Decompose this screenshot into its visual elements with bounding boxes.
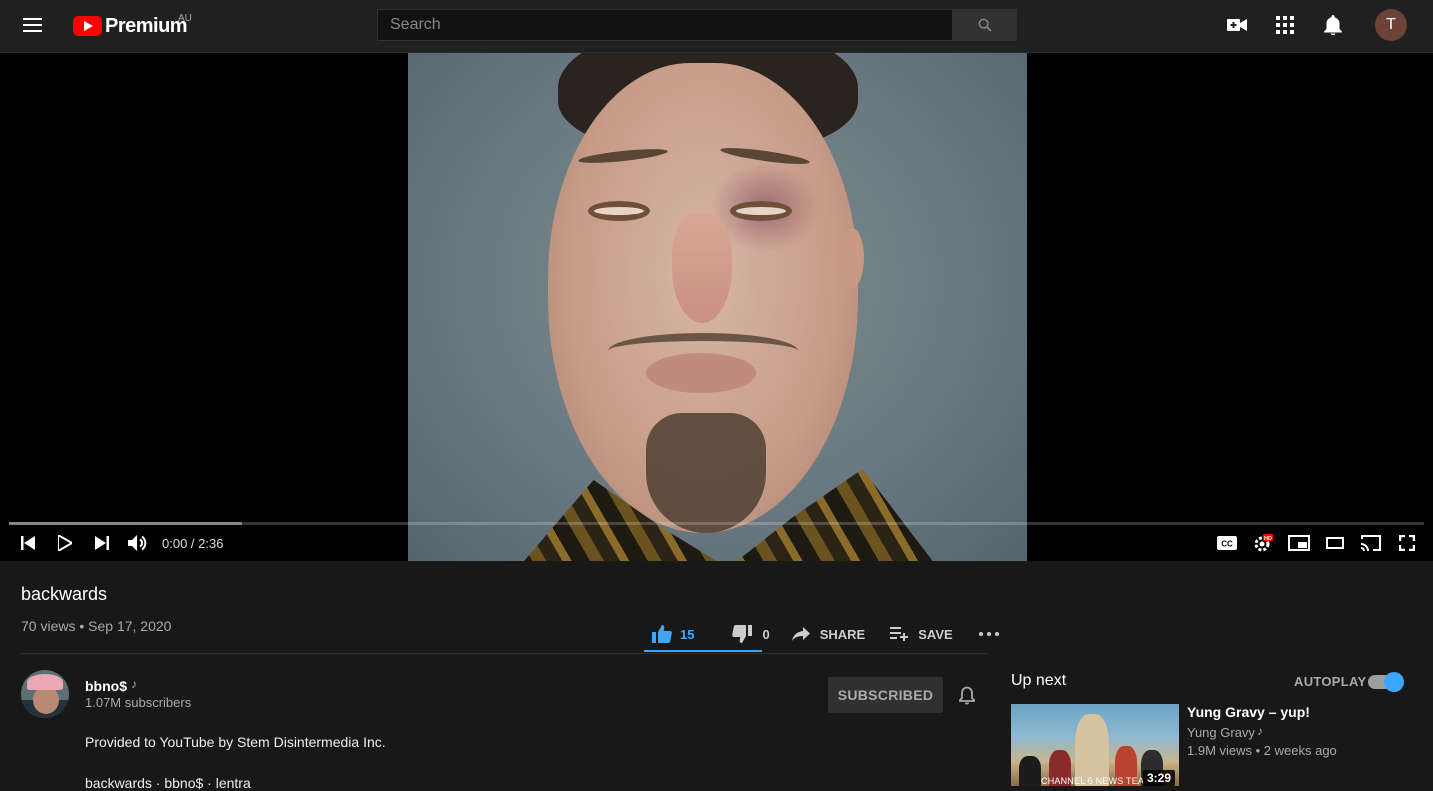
subscribed-button[interactable]: SUBSCRIBED bbox=[828, 677, 943, 713]
apps-button[interactable] bbox=[1273, 13, 1297, 37]
buffered-progress bbox=[9, 522, 243, 525]
create-video-button[interactable] bbox=[1225, 13, 1249, 37]
video-nose bbox=[672, 213, 732, 323]
recommendation-thumbnail[interactable]: CHANNEL 6 NEWS TEA 3:29 bbox=[1011, 704, 1179, 786]
settings-button[interactable]: HD bbox=[1252, 532, 1274, 554]
bell-outline-icon bbox=[959, 686, 975, 704]
volume-button[interactable] bbox=[127, 532, 149, 554]
recommendation-title[interactable]: Yung Gravy – yup! bbox=[1187, 704, 1310, 720]
notification-bell-button[interactable] bbox=[955, 683, 979, 707]
youtube-premium-logo[interactable]: Premium bbox=[73, 13, 188, 39]
autoplay-toggle[interactable] bbox=[1368, 671, 1404, 692]
avatar-face bbox=[33, 686, 59, 714]
video-eye-right bbox=[730, 201, 792, 221]
gear-icon: HD bbox=[1254, 534, 1273, 552]
recommendation-meta: 1.9M views • 2 weeks ago bbox=[1187, 743, 1337, 758]
captions-button[interactable]: CC bbox=[1216, 532, 1238, 554]
owner-section: bbno$ ♪ 1.07M subscribers SUBSCRIBED Pro… bbox=[0, 561, 1433, 791]
recommendation-channel[interactable]: Yung Gravy bbox=[1187, 725, 1255, 740]
video-duration: 3:29 bbox=[1142, 770, 1175, 786]
theater-mode-icon bbox=[1326, 537, 1344, 549]
video-frame[interactable] bbox=[408, 53, 1027, 561]
previous-icon bbox=[21, 536, 35, 550]
miniplayer-icon bbox=[1288, 535, 1310, 551]
top-bar: Premium AU T bbox=[0, 0, 1433, 53]
video-player[interactable]: 0:00 / 2:36 CC HD bbox=[0, 53, 1433, 561]
region-label: AU bbox=[178, 13, 192, 24]
progress-bar[interactable] bbox=[9, 522, 1424, 525]
subscriber-count: 1.07M subscribers bbox=[85, 695, 192, 710]
channel-name[interactable]: bbno$ bbox=[85, 678, 127, 694]
volume-icon bbox=[128, 535, 147, 551]
youtube-play-icon bbox=[73, 16, 102, 36]
next-icon bbox=[95, 536, 109, 550]
hd-badge: HD bbox=[1264, 536, 1272, 542]
music-note-icon: ♪ bbox=[131, 677, 137, 691]
time-display: 0:00 / 2:36 bbox=[162, 536, 224, 551]
fullscreen-button[interactable] bbox=[1396, 532, 1418, 554]
cast-icon bbox=[1360, 535, 1381, 552]
hamburger-icon-line bbox=[23, 30, 42, 32]
cast-button[interactable] bbox=[1359, 532, 1383, 554]
search-button[interactable] bbox=[952, 9, 1017, 41]
hamburger-icon-line bbox=[23, 18, 42, 20]
play-icon bbox=[58, 535, 72, 551]
bell-icon bbox=[1324, 15, 1342, 35]
notifications-button[interactable] bbox=[1321, 13, 1345, 37]
svg-text:CC: CC bbox=[1221, 540, 1233, 549]
up-next-heading: Up next bbox=[1011, 672, 1067, 689]
video-camera-plus-icon bbox=[1227, 19, 1247, 31]
video-mustache bbox=[608, 333, 798, 369]
music-note-icon: ♪ bbox=[1257, 724, 1263, 738]
autoplay-label: AUTOPLAY bbox=[1294, 674, 1367, 689]
hamburger-icon-line bbox=[23, 24, 42, 26]
video-goatee bbox=[646, 413, 766, 533]
thumb-figure bbox=[1019, 756, 1041, 786]
logo-text: Premium bbox=[105, 14, 188, 37]
hamburger-menu-button[interactable] bbox=[20, 14, 46, 38]
next-button[interactable] bbox=[92, 532, 112, 554]
account-avatar[interactable]: T bbox=[1375, 9, 1407, 41]
previous-button[interactable] bbox=[18, 532, 38, 554]
search-input[interactable] bbox=[377, 9, 953, 41]
miniplayer-button[interactable] bbox=[1288, 532, 1310, 554]
search-icon bbox=[978, 18, 992, 32]
theater-mode-button[interactable] bbox=[1324, 532, 1346, 554]
avatar-cap bbox=[27, 674, 63, 690]
captions-icon: CC bbox=[1217, 536, 1237, 550]
toggle-knob bbox=[1384, 672, 1404, 692]
video-ear bbox=[840, 228, 864, 288]
description-line: Provided to YouTube by Stem Disintermedi… bbox=[85, 734, 386, 750]
fullscreen-icon bbox=[1399, 535, 1415, 551]
play-button[interactable] bbox=[54, 532, 76, 554]
channel-avatar[interactable] bbox=[21, 670, 69, 718]
grid-icon bbox=[1276, 16, 1294, 34]
description-line: backwards · bbno$ · lentra bbox=[85, 775, 251, 791]
video-eye-left bbox=[588, 201, 650, 221]
